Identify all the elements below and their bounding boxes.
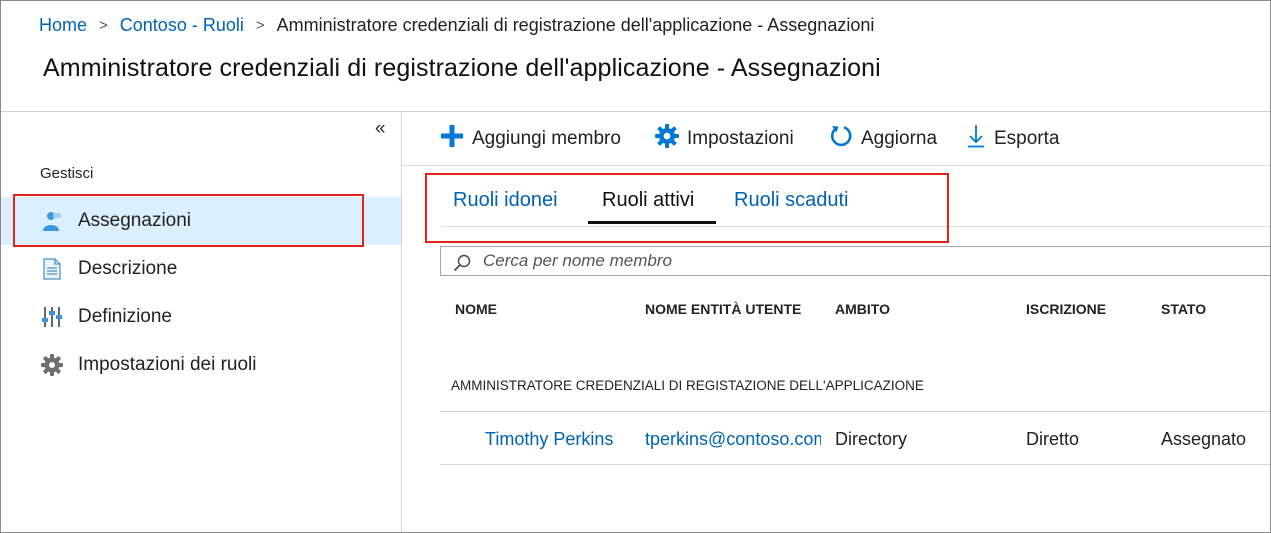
row-divider	[440, 464, 1270, 465]
sidebar: « Gestisci Assegnazioni Descrizione Defi…	[1, 112, 402, 532]
download-icon	[966, 124, 994, 154]
column-header-iscrizione[interactable]: ISCRIZIONE	[1026, 301, 1106, 317]
breadcrumb-parent[interactable]: Contoso - Ruoli	[120, 15, 244, 36]
breadcrumb-separator: >	[99, 16, 108, 34]
breadcrumb-home[interactable]: Home	[39, 15, 87, 36]
cell-upn[interactable]: tperkins@contoso.com	[645, 429, 821, 450]
sidebar-item-impostazioni-ruoli[interactable]: Impostazioni dei ruoli	[1, 341, 401, 389]
column-header-ambito[interactable]: AMBITO	[835, 301, 890, 317]
add-member-button[interactable]: Aggiungi membro	[440, 124, 621, 154]
settings-button[interactable]: Impostazioni	[655, 124, 794, 154]
gear-icon	[655, 124, 687, 154]
sidebar-item-descrizione[interactable]: Descrizione	[1, 245, 401, 293]
gear-icon	[41, 354, 63, 376]
tabs-divider	[441, 226, 1270, 227]
sliders-icon	[41, 306, 63, 328]
refresh-label: Aggiorna	[861, 128, 938, 149]
breadcrumb-separator: >	[255, 16, 265, 34]
sidebar-item-label: Definizione	[78, 306, 172, 327]
refresh-button[interactable]: Aggiorna	[829, 126, 937, 152]
sidebar-section-label: Gestisci	[40, 165, 94, 182]
cell-scope: Directory	[835, 429, 908, 449]
column-header-nome[interactable]: NOME	[455, 301, 497, 317]
sidebar-item-assegnazioni[interactable]: Assegnazioni	[1, 197, 401, 245]
export-label: Esporta	[994, 128, 1060, 149]
settings-label: Impostazioni	[687, 128, 794, 149]
command-toolbar: Aggiungi membro Impostazioni Aggiorna Es…	[402, 112, 1270, 166]
user-icon	[41, 210, 63, 232]
column-header-stato[interactable]: STATO	[1161, 301, 1206, 317]
search-input[interactable]	[483, 250, 1263, 272]
column-header-nome-entita-utente[interactable]: NOME ENTITÀ UTENTE	[645, 301, 801, 317]
document-icon	[41, 258, 63, 280]
search-box	[440, 246, 1270, 276]
app-window: Home > Contoso - Ruoli > Amministratore …	[0, 0, 1271, 533]
sidebar-item-label: Assegnazioni	[78, 210, 192, 231]
sidebar-item-label: Descrizione	[78, 258, 178, 279]
sidebar-item-definizione[interactable]: Definizione	[1, 293, 401, 341]
plus-icon	[440, 124, 472, 154]
breadcrumb: Home > Contoso - Ruoli > Amministratore …	[39, 13, 874, 37]
add-member-label: Aggiungi membro	[472, 128, 621, 149]
tab-ruoli-scaduti[interactable]: Ruoli scaduti	[734, 189, 849, 212]
refresh-icon	[829, 124, 861, 154]
sidebar-item-label: Impostazioni dei ruoli	[78, 354, 257, 375]
cell-membership: Diretto	[1026, 429, 1080, 449]
export-button[interactable]: Esporta	[966, 124, 1060, 154]
group-header: AMMINISTRATORE CREDENZIALI DI REGISTAZIO…	[451, 378, 924, 393]
page-title: Amministratore credenziali di registrazi…	[43, 54, 881, 82]
cell-name[interactable]: Timothy Perkins	[485, 429, 635, 450]
tab-ruoli-idonei[interactable]: Ruoli idonei	[453, 189, 558, 212]
cell-state: Assegnato	[1161, 429, 1247, 449]
collapse-sidebar-button[interactable]: «	[375, 118, 386, 140]
breadcrumb-current: Amministratore credenziali di registrazi…	[276, 14, 875, 35]
row-divider	[440, 411, 1270, 412]
tab-ruoli-attivi[interactable]: Ruoli attivi	[602, 189, 694, 212]
active-tab-indicator	[588, 221, 716, 224]
